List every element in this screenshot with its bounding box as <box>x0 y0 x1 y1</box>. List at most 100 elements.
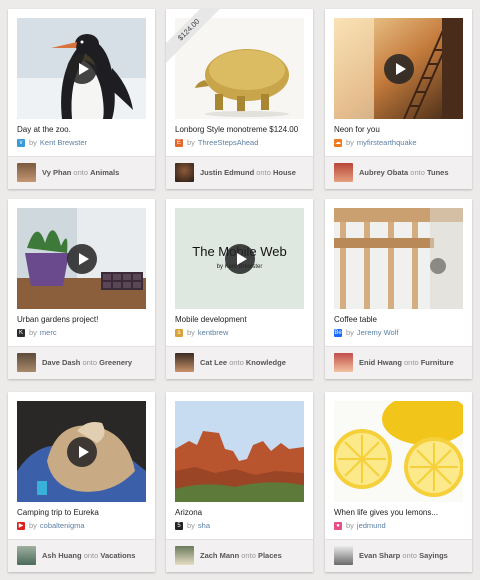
pin-title: Coffee table <box>334 315 377 324</box>
board-name[interactable]: Furniture <box>421 358 454 367</box>
by-label: by <box>187 138 195 147</box>
pin-footer: Ash Huang onto Vacations <box>8 539 155 572</box>
pin-image[interactable] <box>17 401 146 502</box>
dribbble-icon: ● <box>334 521 342 530</box>
avatar[interactable] <box>175 546 194 565</box>
board-name[interactable]: Tunes <box>427 168 449 177</box>
source-link[interactable]: Kent Brewster <box>40 138 87 147</box>
pin-footer: Dave Dash onto Greenery <box>8 346 155 379</box>
500px-icon: 5 <box>175 521 183 530</box>
pin-footer: Vy Phan onto Animals <box>8 156 155 189</box>
pinner-name[interactable]: Vy Phan <box>42 168 71 177</box>
pinner-name[interactable]: Enid Hwang <box>359 358 402 367</box>
play-icon[interactable] <box>66 53 97 84</box>
source-link[interactable]: Jeremy Wolf <box>357 328 399 337</box>
pin-card[interactable]: Coffee table Be by Jeremy Wolf Enid Hwan… <box>325 199 472 379</box>
pin-title: Urban gardens project! <box>17 315 99 324</box>
onto-label: onto <box>73 168 89 177</box>
onto-label: onto <box>402 551 417 560</box>
pinner-name[interactable]: Ash Huang <box>42 551 82 560</box>
pinned-by: Aubrey Obata onto Tunes <box>359 168 449 177</box>
pinner-name[interactable]: Cat Lee <box>200 358 227 367</box>
avatar[interactable] <box>17 353 36 372</box>
play-icon[interactable] <box>66 436 97 467</box>
arizona-landscape-photo <box>175 401 304 502</box>
pin-title: When life gives you lemons... <box>334 508 439 517</box>
avatar[interactable] <box>175 353 194 372</box>
avatar[interactable] <box>334 163 353 182</box>
pin-image[interactable] <box>334 401 463 502</box>
pinned-by: Enid Hwang onto Furniture <box>359 358 454 367</box>
source-link[interactable]: sha <box>198 521 210 530</box>
onto-label: onto <box>229 358 244 367</box>
by-label: by <box>187 328 195 337</box>
pin-title: Arizona <box>175 508 203 517</box>
pin-source: K by merc <box>17 328 57 337</box>
pin-title: Camping trip to Eureka <box>17 508 99 517</box>
avatar[interactable] <box>17 546 36 565</box>
pinned-by: Zach Mann onto Places <box>200 551 282 560</box>
pin-card[interactable]: Day at the zoo. v by Kent Brewster Vy Ph… <box>8 9 155 189</box>
pin-card[interactable]: Arizona 5 by sha Zach Mann onto Places <box>166 392 313 572</box>
pin-title: Neon for you <box>334 125 380 134</box>
avatar[interactable] <box>334 546 353 565</box>
avatar[interactable] <box>334 353 353 372</box>
board-name[interactable]: House <box>273 168 296 177</box>
onto-label: onto <box>82 358 98 367</box>
pin-image[interactable] <box>17 18 146 119</box>
pin-footer: Aubrey Obata onto Tunes <box>325 156 472 189</box>
pinner-name[interactable]: Evan Sharp <box>359 551 400 560</box>
pin-card[interactable]: Urban gardens project! K by merc Dave Da… <box>8 199 155 379</box>
pin-card[interactable]: When life gives you lemons... ● by jedmu… <box>325 392 472 572</box>
pinned-by: Evan Sharp onto Sayings <box>359 551 448 560</box>
board-name[interactable]: Places <box>258 551 282 560</box>
board-name[interactable]: Vacations <box>100 551 135 560</box>
pin-image[interactable] <box>17 208 146 309</box>
pinned-by: Cat Lee onto Knowledge <box>200 358 286 367</box>
source-link[interactable]: kentbrew <box>198 328 228 337</box>
pin-image[interactable] <box>334 208 463 309</box>
pin-title: Mobile development <box>175 315 247 324</box>
source-link[interactable]: cobaltenigma <box>40 521 85 530</box>
pinner-name[interactable]: Justin Edmund <box>200 168 254 177</box>
pinner-name[interactable]: Zach Mann <box>200 551 239 560</box>
pin-image[interactable]: The Mobile Web by Kent Brewster <box>175 208 304 309</box>
pin-card[interactable]: The Mobile Web by Kent Brewster Mobile d… <box>166 199 313 379</box>
onto-label: onto <box>241 551 256 560</box>
onto-label: onto <box>404 358 419 367</box>
source-link[interactable]: merc <box>40 328 57 337</box>
pin-card[interactable]: Neon for you ☁ by myfirstearthquake Aubr… <box>325 9 472 189</box>
pin-image[interactable] <box>334 18 463 119</box>
pin-source: 5 by sha <box>175 521 210 530</box>
pin-image[interactable] <box>175 401 304 502</box>
source-link[interactable]: jedmund <box>357 521 386 530</box>
kickstarter-icon: K <box>17 328 25 337</box>
pin-source: E by ThreeStepsAhead <box>175 138 258 147</box>
onto-label: onto <box>410 168 425 177</box>
pinner-name[interactable]: Dave Dash <box>42 358 80 367</box>
by-label: by <box>346 328 354 337</box>
avatar[interactable] <box>175 163 194 182</box>
pin-card[interactable]: Camping trip to Eureka ▶ by cobaltenigma… <box>8 392 155 572</box>
avatar[interactable] <box>17 163 36 182</box>
lemons-photo <box>334 401 463 502</box>
pin-footer: Cat Lee onto Knowledge <box>166 346 313 379</box>
board-name[interactable]: Animals <box>90 168 119 177</box>
board-name[interactable]: Greenery <box>99 358 132 367</box>
pin-source: ▶ by cobaltenigma <box>17 521 85 530</box>
pin-source: v by Kent Brewster <box>17 138 87 147</box>
by-label: by <box>29 138 37 147</box>
play-icon[interactable] <box>66 243 97 274</box>
soundcloud-icon: ☁ <box>334 138 342 147</box>
by-label: by <box>29 521 37 530</box>
play-icon[interactable] <box>383 53 414 84</box>
by-label: by <box>187 521 195 530</box>
source-link[interactable]: ThreeStepsAhead <box>198 138 258 147</box>
pin-card[interactable]: $124.00 Lonborg Style monotreme $124.00 … <box>166 9 313 189</box>
pin-footer: Justin Edmund onto House <box>166 156 313 189</box>
pinner-name[interactable]: Aubrey Obata <box>359 168 408 177</box>
source-link[interactable]: myfirstearthquake <box>357 138 417 147</box>
board-name[interactable]: Sayings <box>419 551 448 560</box>
play-icon[interactable] <box>224 243 255 274</box>
board-name[interactable]: Knowledge <box>246 358 286 367</box>
